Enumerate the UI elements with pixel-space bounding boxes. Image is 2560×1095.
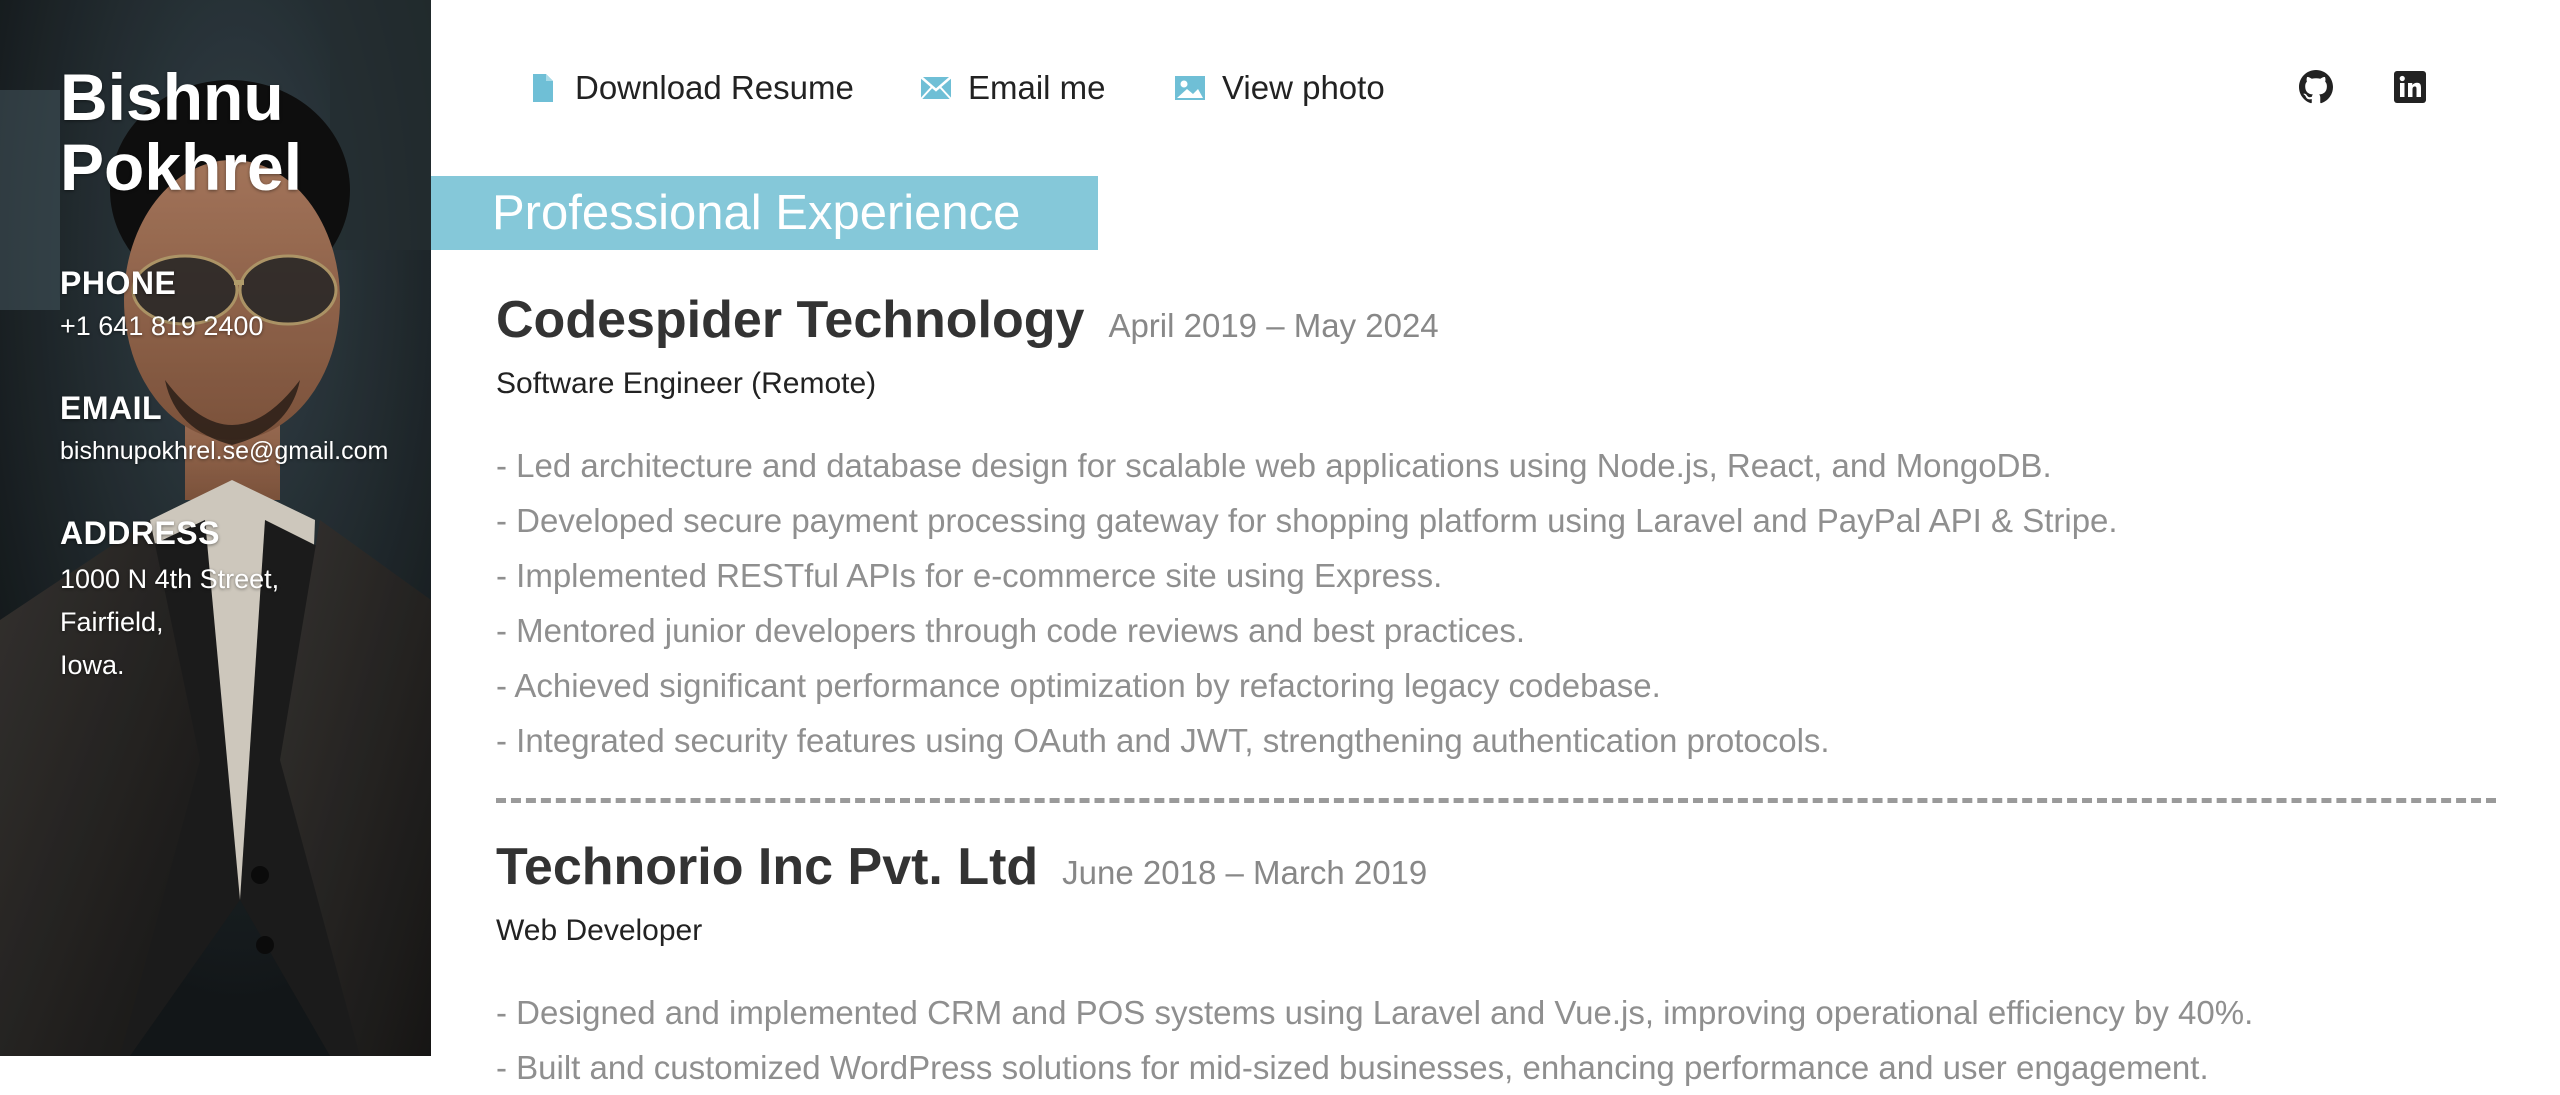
contact-info: Bishnu Pokhrel PHONE +1 641 819 2400 EMA… [60, 62, 421, 731]
job-entry: Codespider Technology April 2019 – May 2… [496, 290, 2496, 768]
job-bullets: - Led architecture and database design f… [496, 438, 2496, 768]
job-bullet: - Led architecture and database design f… [496, 447, 2052, 484]
image-icon [1174, 72, 1206, 104]
address-block: ADDRESS 1000 N 4th Street, Fairfield, Io… [60, 514, 421, 687]
email-label: EMAIL [60, 390, 163, 426]
profile-name: Bishnu Pokhrel [60, 62, 421, 202]
github-link[interactable] [2297, 68, 2335, 106]
job-bullet: - Integrated security features using OAu… [496, 722, 1830, 759]
job-role: Web Developer [496, 914, 703, 947]
job-divider [496, 798, 2496, 803]
job-dates: April 2019 – May 2024 [1108, 307, 1439, 344]
phone-label: PHONE [60, 265, 177, 301]
download-resume-label: Download Resume [575, 69, 854, 106]
phone-block: PHONE +1 641 819 2400 [60, 264, 421, 345]
github-icon [2299, 70, 2333, 104]
job-bullet: - Achieved significant performance optim… [496, 667, 1661, 704]
envelope-icon [920, 72, 952, 104]
email-value[interactable]: bishnupokhrel.se@gmail.com [60, 433, 421, 470]
linkedin-icon [2394, 71, 2426, 103]
experience-list: Codespider Technology April 2019 – May 2… [496, 290, 2496, 1095]
address-label: ADDRESS [60, 515, 220, 551]
address-line: 1000 N 4th Street, [60, 564, 280, 594]
email-block: EMAIL bishnupokhrel.se@gmail.com [60, 389, 421, 470]
email-me-label: Email me [968, 69, 1106, 106]
document-icon [527, 72, 559, 104]
job-bullet: - Mentored junior developers through cod… [496, 612, 1526, 649]
address-line: Fairfield, [60, 607, 164, 637]
top-nav: Download Resume Email me View photo [431, 0, 2560, 175]
download-resume-link[interactable]: Download Resume [527, 66, 854, 110]
job-header: Technorio Inc Pvt. Ltd June 2018 – March… [496, 837, 2496, 907]
job-bullets: - Designed and implemented CRM and POS s… [496, 985, 2496, 1095]
job-bullet: - Built and customized WordPress solutio… [496, 1049, 2209, 1086]
linkedin-link[interactable] [2391, 68, 2429, 106]
name-last: Pokhrel [60, 130, 303, 204]
job-bullet: - Developed secure payment processing ga… [496, 502, 2118, 539]
email-me-link[interactable]: Email me [920, 66, 1106, 110]
job-bullet: - Implemented RESTful APIs for e-commerc… [496, 557, 1443, 594]
phone-value[interactable]: +1 641 819 2400 [60, 308, 421, 345]
job-entry: Technorio Inc Pvt. Ltd June 2018 – March… [496, 837, 2496, 1095]
job-bullet: - Designed and implemented CRM and POS s… [496, 994, 2254, 1031]
view-photo-link[interactable]: View photo [1174, 66, 1385, 110]
address-line: Iowa. [60, 650, 125, 680]
job-role: Software Engineer (Remote) [496, 367, 877, 400]
company-name: Technorio Inc Pvt. Ltd [496, 838, 1039, 896]
name-first: Bishnu [60, 60, 284, 134]
section-title-professional-experience: Professional Experience [431, 176, 1098, 250]
job-header: Codespider Technology April 2019 – May 2… [496, 290, 2496, 360]
view-photo-label: View photo [1222, 69, 1385, 106]
company-name: Codespider Technology [496, 291, 1085, 349]
profile-sidebar: Bishnu Pokhrel PHONE +1 641 819 2400 EMA… [0, 0, 431, 1056]
job-dates: June 2018 – March 2019 [1062, 854, 1428, 891]
address-value: 1000 N 4th Street, Fairfield, Iowa. [60, 558, 421, 687]
